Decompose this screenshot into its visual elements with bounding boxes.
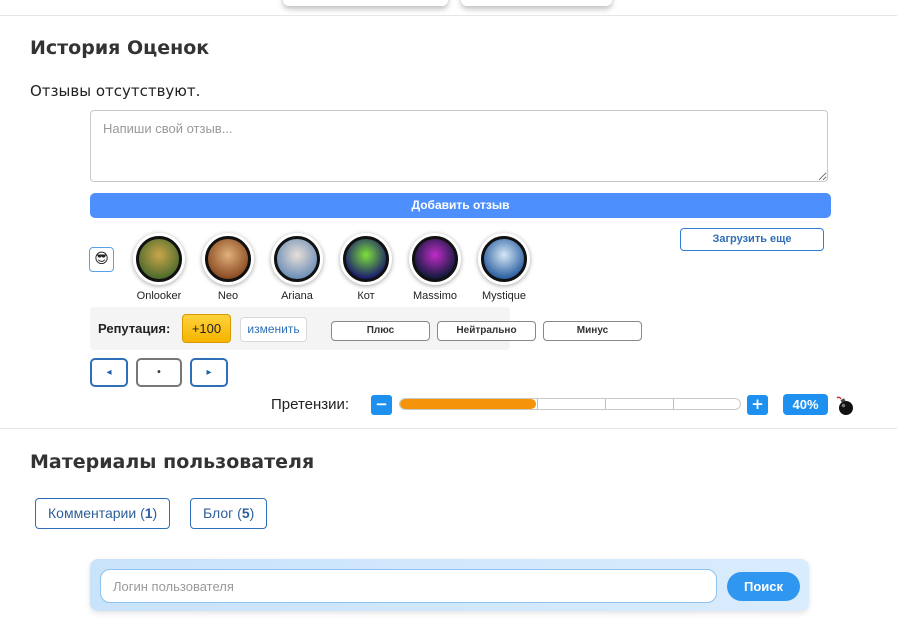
user-card[interactable]: Massimo [400,233,470,302]
avatar[interactable] [133,233,185,285]
top-tab-left[interactable] [283,0,448,6]
divider-top [0,15,897,16]
user-name[interactable]: Ariana [262,290,332,302]
emoji-sunglasses-icon[interactable]: 😎 [89,247,114,272]
comments-tab-label: Комментарии ( [48,505,145,521]
blog-tab-suffix: ) [249,505,255,521]
user-name[interactable]: Neo [193,290,263,302]
review-textarea[interactable] [90,110,828,182]
avatar[interactable] [478,233,530,285]
avatar[interactable] [340,233,392,285]
vote-minus-button[interactable]: Минус [543,321,642,341]
claims-plus-button[interactable]: + [747,395,768,415]
add-review-button[interactable]: Добавить отзыв [90,193,831,218]
vote-neutral-button[interactable]: Нейтрально [437,321,536,341]
user-card[interactable]: Neo [193,233,263,302]
avatar-image [343,236,389,282]
reputation-change-button[interactable]: изменить [240,317,307,342]
progress-tick [673,399,674,409]
blog-count: 5 [241,505,250,521]
avatar-image [205,236,251,282]
comments-count: 1 [144,505,153,521]
search-button[interactable]: Поиск [727,572,800,601]
materials-title: Материалы пользователя [30,451,315,473]
blog-tab-label: Блог ( [203,505,242,521]
claims-minus-button[interactable]: − [371,395,392,415]
avatar[interactable] [271,233,323,285]
claims-percent-badge: 40% [783,394,828,415]
top-tab-right[interactable] [461,0,612,6]
avatar[interactable] [202,233,254,285]
bomb-icon [836,396,853,415]
blog-tab-button[interactable]: Блог (5) [190,498,268,529]
pager-prev-button[interactable]: ◂ [90,358,128,387]
reputation-value-badge: +100 [182,314,231,343]
avatar-image [274,236,320,282]
user-search-input[interactable] [100,569,717,603]
progress-tick [605,399,606,409]
user-card[interactable]: Кот [331,233,401,302]
user-card[interactable]: Ariana [262,233,332,302]
user-name[interactable]: Massimo [400,290,470,302]
avatar-image [136,236,182,282]
load-more-button[interactable]: Загрузить еще [680,228,824,251]
comments-tab-suffix: ) [152,505,158,521]
no-reviews-text: Отзывы отсутствуют. [30,82,201,100]
ratings-title: История Оценок [30,37,210,59]
user-card[interactable]: Onlooker [124,233,194,302]
avatar[interactable] [409,233,461,285]
claims-label: Претензии: [271,396,350,413]
pager-next-button[interactable]: ▸ [190,358,228,387]
pager-current-button[interactable]: • [136,358,182,387]
progress-tick [537,399,538,409]
divider-middle [0,428,897,429]
vote-plus-button[interactable]: Плюс [331,321,430,341]
user-name[interactable]: Onlooker [124,290,194,302]
comments-tab-button[interactable]: Комментарии (1) [35,498,171,529]
reputation-label: Репутация: [98,321,171,336]
user-card[interactable]: Mystique [469,233,539,302]
claims-progress-fill [400,399,536,409]
avatar-image [412,236,458,282]
user-name[interactable]: Mystique [469,290,539,302]
user-name[interactable]: Кот [331,290,401,302]
avatar-image [481,236,527,282]
claims-progress-bar [399,398,741,410]
